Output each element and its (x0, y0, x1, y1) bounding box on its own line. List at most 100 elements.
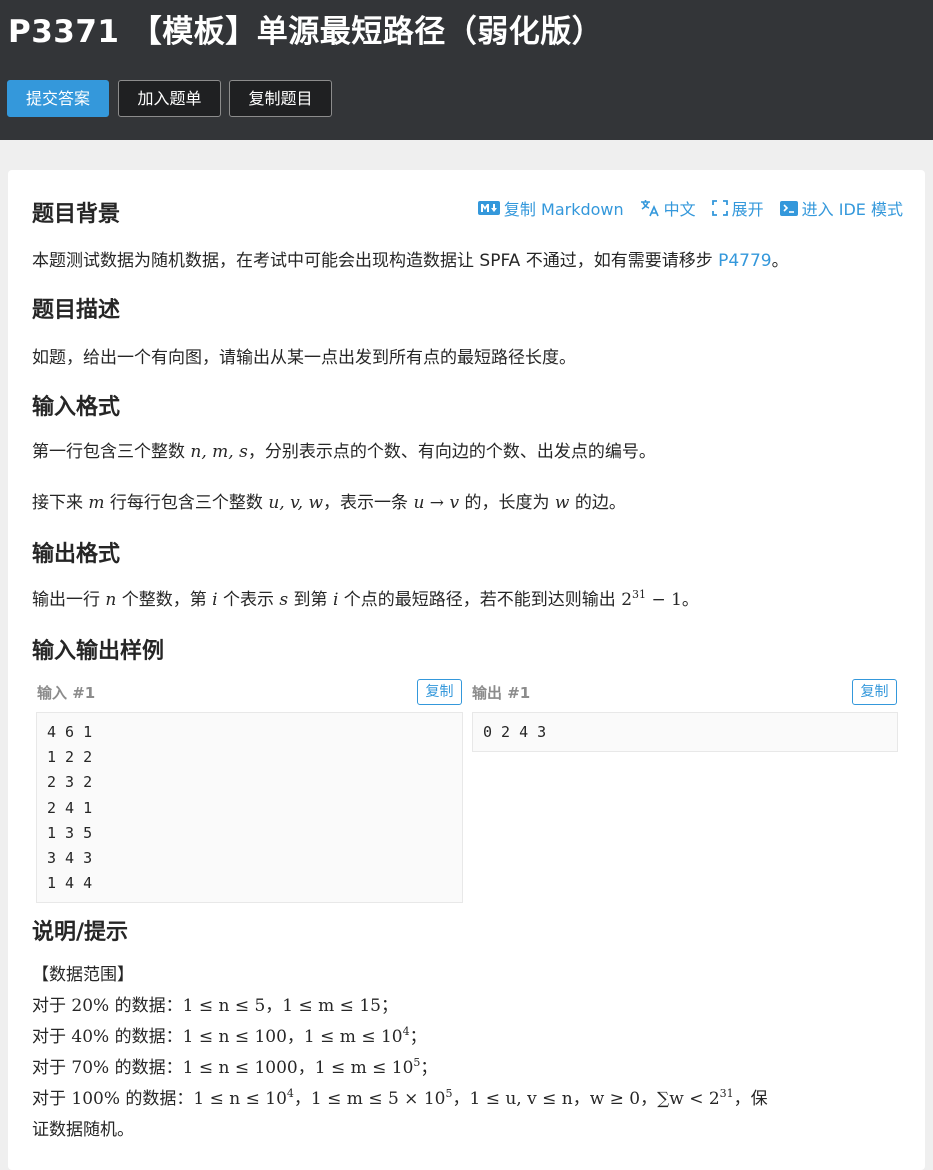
math-n: n (105, 590, 117, 610)
copy-input-button[interactable]: 复制 (417, 679, 462, 705)
text-span: 的边。 (569, 493, 626, 513)
input-format-heading: 输入格式 (32, 395, 121, 420)
text-span: ； (420, 1058, 438, 1078)
text-span: ，表示一条 (323, 493, 414, 513)
math-range: ，1 ≤ u, v ≤ n，w ≥ 0，∑w < 2 (452, 1089, 720, 1109)
sample-output-box[interactable]: 0 2 4 3 (472, 712, 898, 752)
description-text: 如题，给出一个有向图，请输出从某一点出发到所有点的最短路径长度。 (32, 348, 576, 368)
code-line: 1 2 2 (47, 748, 93, 767)
text-span: 。 (681, 590, 699, 610)
text-span: 对于 (32, 996, 72, 1016)
math-range: 1 ≤ n ≤ 10 (193, 1089, 287, 1109)
text-span: 行每行包含三个整数 (104, 493, 269, 513)
text-span: 输出一行 (32, 590, 106, 610)
ide-mode-link[interactable]: 进入 IDE 模式 (779, 196, 903, 220)
copy-output-button[interactable]: 复制 (852, 679, 897, 705)
code-line: 3 4 3 (47, 848, 93, 867)
text-span: 个点的最短路径，若不能到达则输出 (338, 590, 622, 610)
sample-input-label: 输入 #1 (37, 684, 96, 702)
range-line-20: 对于 20% 的数据：1 ≤ n ≤ 5，1 ≤ m ≤ 15； (32, 991, 768, 1022)
background-text-main: 本题测试数据为随机数据，在考试中可能会出现构造数据让 SPFA 不通过，如有需要… (32, 251, 719, 271)
math-range: 1 ≤ n ≤ 100，1 ≤ m ≤ 10 (182, 1027, 403, 1047)
math-range: 1 ≤ n ≤ 1000，1 ≤ m ≤ 10 (182, 1058, 414, 1078)
math-edge: u → v (413, 493, 460, 513)
math-pow-base: 2 (621, 590, 633, 610)
math-pct: 40% (71, 1027, 110, 1047)
sample-output-label: 输出 #1 (472, 684, 531, 702)
text-span: 的，长度为 (459, 493, 555, 513)
problem-toolbar: 复制 Markdown 中文 展开 进入 IDE 模式 (477, 196, 903, 220)
range-line-continued: 证数据随机。 (32, 1120, 134, 1140)
text-span: 的数据： (109, 996, 183, 1016)
math-s: s (279, 590, 289, 610)
copy-markdown-label: 复制 Markdown (503, 200, 624, 219)
math-exp: 31 (719, 1087, 734, 1100)
hint-content: 【数据范围】 对于 20% 的数据：1 ≤ n ≤ 5，1 ≤ m ≤ 15； … (32, 960, 768, 1146)
add-to-list-button[interactable]: 加入题单 (118, 80, 221, 117)
text-span: 第一行包含三个整数 (32, 442, 191, 462)
problem-header: P3371 【模板】单源最短路径（弱化版） 提交答案 加入题单 复制题目 (0, 0, 933, 140)
translate-icon (640, 200, 659, 217)
page-title: P3371 【模板】单源最短路径（弱化版） (8, 14, 604, 50)
ide-mode-label: 进入 IDE 模式 (801, 200, 903, 219)
text-span: ，分别表示点的个数、有向边的个数、出发点的编号。 (247, 442, 656, 462)
range-line-70: 对于 70% 的数据：1 ≤ n ≤ 1000，1 ≤ m ≤ 105； (32, 1053, 768, 1084)
math-exp: 4 (286, 1087, 294, 1100)
text-span: ，保 (733, 1089, 768, 1109)
language-label: 中文 (663, 200, 696, 219)
p4779-link[interactable]: P4779 (718, 251, 772, 271)
code-line: 1 3 5 (47, 823, 93, 842)
text-span: 的数据： (109, 1058, 183, 1078)
math-w: w (554, 493, 570, 513)
text-span: 对于 (32, 1058, 72, 1078)
input-format-line2: 接下来 m 行每行包含三个整数 u, v, w，表示一条 u → v 的，长度为… (32, 488, 626, 513)
math-pct: 70% (71, 1058, 110, 1078)
math-pow-tail: − 1 (646, 590, 682, 610)
math-range: ，1 ≤ m ≤ 5 × 10 (293, 1089, 446, 1109)
code-line: 0 2 4 3 (483, 723, 547, 741)
sample-input-box[interactable]: 4 6 1 1 2 2 2 3 2 2 4 1 1 3 5 3 4 3 1 4 … (36, 712, 463, 903)
expand-icon (711, 200, 728, 216)
description-heading: 题目描述 (32, 298, 121, 323)
code-line: 1 4 4 (47, 874, 93, 893)
data-range-title: 【数据范围】 (32, 965, 134, 985)
text-span: ； (409, 1027, 427, 1047)
background-text: 本题测试数据为随机数据，在考试中可能会出现构造数据让 SPFA 不通过，如有需要… (32, 246, 789, 271)
code-line: 4 6 1 (47, 723, 93, 741)
text-span: 对于 (32, 1027, 72, 1047)
range-line-100: 对于 100% 的数据：1 ≤ n ≤ 104，1 ≤ m ≤ 5 × 105，… (32, 1084, 768, 1115)
copy-problem-button[interactable]: 复制题目 (229, 80, 332, 117)
output-format-text: 输出一行 n 个整数，第 i 个表示 s 到第 i 个点的最短路径，若不能到达则… (32, 585, 699, 610)
math-pct: 100% (71, 1089, 121, 1109)
samples-heading: 输入输出样例 (32, 639, 165, 664)
math-pct: 20% (71, 996, 110, 1016)
language-switch[interactable]: 中文 (640, 196, 696, 220)
text-span: 的数据： (109, 1027, 183, 1047)
copy-markdown-link[interactable]: 复制 Markdown (477, 196, 624, 220)
text-span: 的数据： (120, 1089, 194, 1109)
text-span: 接下来 (32, 493, 89, 513)
submit-button[interactable]: 提交答案 (7, 80, 109, 117)
math-nms: n, m, s (190, 442, 248, 462)
text-span: 到第 (288, 590, 333, 610)
code-line: 2 3 2 (47, 773, 93, 792)
math-m: m (88, 493, 105, 513)
background-heading: 题目背景 (32, 202, 121, 227)
terminal-icon (779, 200, 798, 216)
input-format-line1: 第一行包含三个整数 n, m, s，分别表示点的个数、有向边的个数、出发点的编号… (32, 437, 656, 462)
expand-label: 展开 (731, 200, 764, 219)
math-range: 1 ≤ n ≤ 5，1 ≤ m ≤ 15； (182, 996, 398, 1016)
code-line: 2 4 1 (47, 798, 93, 817)
math-pow-exp: 31 (632, 588, 647, 601)
hint-heading: 说明/提示 (32, 920, 129, 945)
problem-card: 复制 Markdown 中文 展开 进入 IDE 模式 题目背景 本题测试数据为… (8, 170, 925, 1170)
text-span: 个表示 (217, 590, 280, 610)
output-format-heading: 输出格式 (32, 542, 121, 567)
background-text-end: 。 (771, 251, 789, 271)
markdown-icon (477, 201, 500, 215)
range-line-40: 对于 40% 的数据：1 ≤ n ≤ 100，1 ≤ m ≤ 104； (32, 1022, 768, 1053)
math-uvw: u, v, w (268, 493, 324, 513)
text-span: 个整数，第 (116, 590, 213, 610)
text-span: 对于 (32, 1089, 72, 1109)
expand-link[interactable]: 展开 (711, 196, 764, 220)
